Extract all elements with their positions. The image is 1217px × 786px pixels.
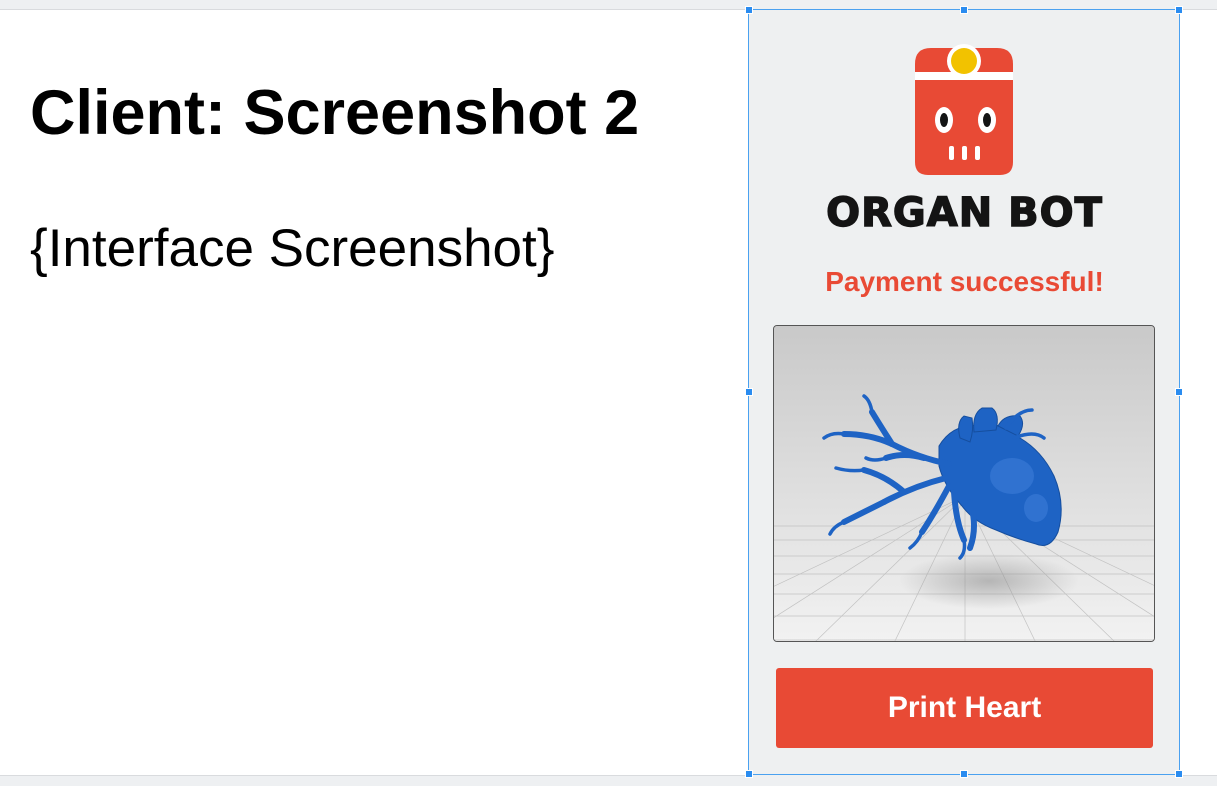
print-heart-button[interactable]: Print Heart: [776, 668, 1153, 748]
payment-status-message: Payment successful!: [825, 266, 1104, 297]
brand-name: ORGAN BOT: [825, 189, 1103, 236]
slide-title: Client: Screenshot 2: [30, 78, 640, 148]
app-screenshot-panel[interactable]: ORGAN BOT Payment successful! Print Hear…: [749, 10, 1180, 776]
robot-logo-icon: [915, 44, 1013, 175]
heart-model-image: [774, 326, 1154, 641]
slide-subtitle: {Interface Screenshot}: [30, 219, 555, 278]
slide-canvas: Client: Screenshot 2 {Interface Screensh…: [0, 9, 1217, 776]
heart-model-viewer[interactable]: [773, 325, 1155, 642]
